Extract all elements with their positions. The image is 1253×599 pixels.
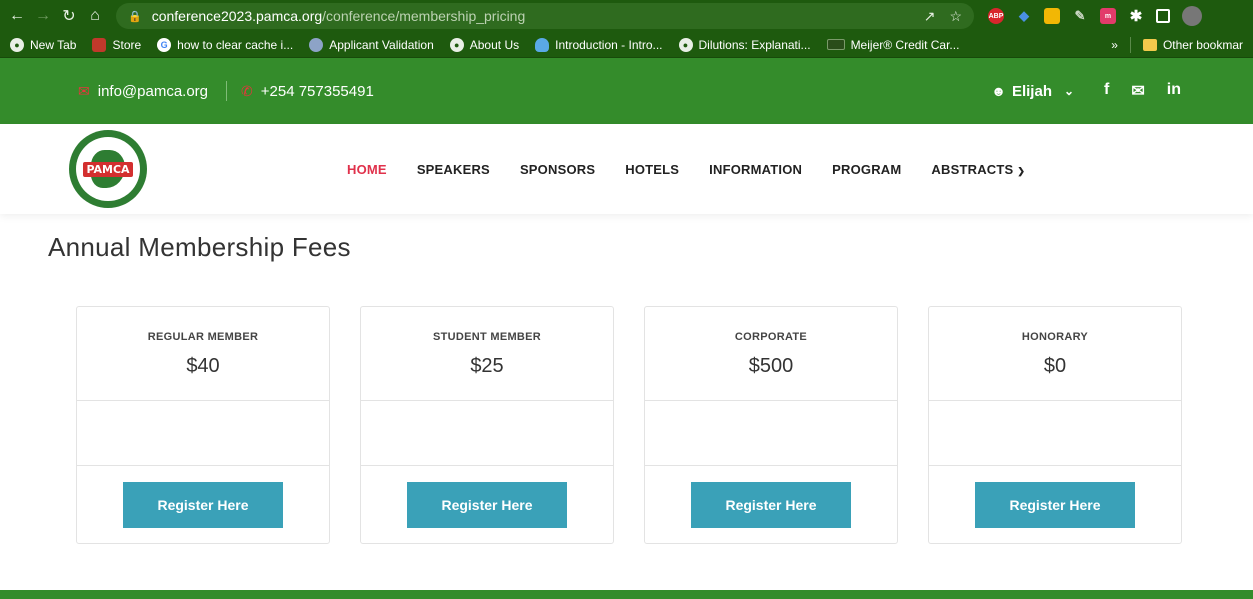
plan-body xyxy=(929,401,1181,466)
register-button[interactable]: Register Here xyxy=(691,481,851,528)
email-contact[interactable]: ✉ info@pamca.org xyxy=(78,83,208,100)
profile-avatar[interactable] xyxy=(1182,6,1202,26)
register-button[interactable]: Register Here xyxy=(123,481,283,528)
africa-map-icon: PAMCA xyxy=(83,150,133,188)
url-host: conference2023.pamca.org xyxy=(151,8,323,24)
bookmarks-overflow-button[interactable]: » xyxy=(1111,38,1118,52)
plan-name: STUDENT MEMBER xyxy=(432,331,542,343)
facebook-icon[interactable]: f xyxy=(1104,81,1109,101)
phone-contact[interactable]: ✆ +254 757355491 xyxy=(241,83,374,100)
twitter-icon[interactable]: ✉︎ xyxy=(1131,81,1144,101)
address-bar[interactable]: 🔒 conference2023.pamca.org/conference/me… xyxy=(116,3,974,29)
plan-name: HONORARY xyxy=(1021,331,1089,343)
bookmarks-divider xyxy=(1129,36,1131,53)
bookmark-store[interactable]: Store xyxy=(92,37,141,52)
other-bookmarks[interactable]: Other bookmar xyxy=(1142,38,1243,52)
footer-strip xyxy=(0,590,1253,599)
main-content: Annual Membership Fees REGULAR MEMBER $4… xyxy=(0,214,1253,544)
bookmark-introduction[interactable]: Introduction - Intro... xyxy=(535,37,663,52)
bookmark-applicant-validation[interactable]: Applicant Validation xyxy=(309,37,434,52)
chevron-down-icon: ❯ xyxy=(1017,165,1026,176)
url-path: /conference/membership_pricing xyxy=(322,8,526,24)
register-button[interactable]: Register Here xyxy=(975,481,1135,528)
card-icon xyxy=(826,39,845,50)
envelope-icon: ✉ xyxy=(78,82,90,99)
home-icon[interactable]: ⌂ xyxy=(84,5,106,27)
extensions-puzzle-icon[interactable]: ✱ xyxy=(1128,8,1144,25)
plan-name: CORPORATE xyxy=(734,331,808,343)
bookmark-about-us[interactable]: ● About Us xyxy=(449,37,519,52)
register-button[interactable]: Register Here xyxy=(407,481,567,528)
lock-icon: 🔒 xyxy=(128,10,142,23)
nav-program[interactable]: PROGRAM xyxy=(832,158,901,181)
globe-icon: ● xyxy=(678,37,693,52)
bookmark-meijer[interactable]: Meijer® Credit Car... xyxy=(826,38,959,52)
page-title: Annual Membership Fees xyxy=(48,232,351,262)
nav-hotels[interactable]: HOTELS xyxy=(625,158,679,181)
nav-home[interactable]: HOME xyxy=(347,158,387,181)
contact-divider xyxy=(226,81,228,101)
globe-icon: ● xyxy=(10,37,24,52)
back-icon[interactable]: ← xyxy=(6,5,28,27)
plan-body xyxy=(361,401,613,466)
bookmark-new-tab[interactable]: ● New Tab xyxy=(10,37,76,52)
site-header: PAMCA HOME SPEAKERS SPONSORS HOTELS INFO… xyxy=(0,124,1253,214)
extension-pen-icon[interactable]: ✎ xyxy=(1072,8,1088,24)
extension-keep-icon[interactable] xyxy=(1044,8,1060,24)
browser-toolbar: ← → ↻ ⌂ 🔒 conference2023.pamca.org/confe… xyxy=(0,0,1253,32)
star-icon[interactable]: ☆ xyxy=(949,8,962,25)
pricing-card-honorary: HONORARY $0 Register Here xyxy=(928,306,1182,544)
folder-icon xyxy=(1142,38,1157,51)
validation-icon xyxy=(309,37,324,52)
extension-diamond-icon[interactable]: ◆ xyxy=(1016,8,1032,24)
user-menu[interactable]: ☻ Elijah ⌄ xyxy=(991,83,1074,100)
user-icon: ☻ xyxy=(991,83,1006,99)
pricing-card-student: STUDENT MEMBER $25 Register Here xyxy=(360,306,614,544)
globe-icon: ● xyxy=(449,37,464,52)
pricing-cards: REGULAR MEMBER $40 Register Here STUDENT… xyxy=(76,306,1205,544)
bookmark-dilutions[interactable]: ● Dilutions: Explanati... xyxy=(678,37,811,52)
nav-speakers[interactable]: SPEAKERS xyxy=(417,158,490,181)
bookmarks-bar: ● New Tab Store Ghow to clear cache i... … xyxy=(0,32,1253,58)
forward-icon[interactable]: → xyxy=(32,5,54,27)
extension-m-icon[interactable]: m xyxy=(1100,8,1116,24)
google-icon: G xyxy=(157,37,172,52)
reload-icon[interactable]: ↻ xyxy=(58,5,80,27)
side-panel-icon[interactable] xyxy=(1156,9,1170,23)
pricing-card-corporate: CORPORATE $500 Register Here xyxy=(644,306,898,544)
main-nav: HOME SPEAKERS SPONSORS HOTELS INFORMATIO… xyxy=(347,158,1025,181)
pamca-logo[interactable]: PAMCA xyxy=(69,130,147,208)
adblock-icon[interactable]: ABP xyxy=(988,8,1004,24)
chevron-down-icon: ⌄ xyxy=(1063,84,1075,98)
bookmark-clear-cache[interactable]: Ghow to clear cache i... xyxy=(157,37,293,52)
plan-price: $25 xyxy=(470,355,504,377)
pricing-card-regular: REGULAR MEMBER $40 Register Here xyxy=(76,306,330,544)
linkedin-icon[interactable]: in xyxy=(1167,81,1181,101)
site-topbar: ✉ info@pamca.org ✆ +254 757355491 ☻ Elij… xyxy=(0,58,1253,124)
nav-information[interactable]: INFORMATION xyxy=(709,158,802,181)
plan-price: $40 xyxy=(186,355,220,377)
store-icon xyxy=(92,37,107,52)
plan-body xyxy=(77,401,329,466)
nav-abstracts[interactable]: ABSTRACTS ❯ xyxy=(931,158,1025,181)
plan-price: $500 xyxy=(748,355,794,377)
plan-price: $0 xyxy=(1043,355,1067,377)
plan-name: REGULAR MEMBER xyxy=(147,331,259,343)
share-icon[interactable]: ↗ xyxy=(924,8,936,25)
phone-icon: ✆ xyxy=(241,82,253,99)
plan-body xyxy=(645,401,897,466)
nav-sponsors[interactable]: SPONSORS xyxy=(520,158,595,181)
cloud-icon xyxy=(535,37,550,52)
